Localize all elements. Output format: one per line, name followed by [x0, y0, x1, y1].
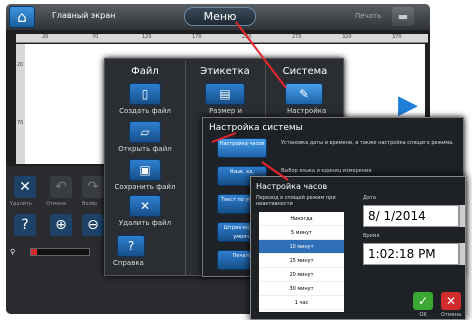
device-frame: ⌂ Главный экран Меню Печать ▬ 20 70 120 …: [0, 0, 472, 320]
callout-arrow: [261, 161, 289, 181]
callout-arrow: [235, 21, 287, 89]
callout-arrows: [211, 21, 289, 181]
callout-arrow: [211, 132, 237, 143]
